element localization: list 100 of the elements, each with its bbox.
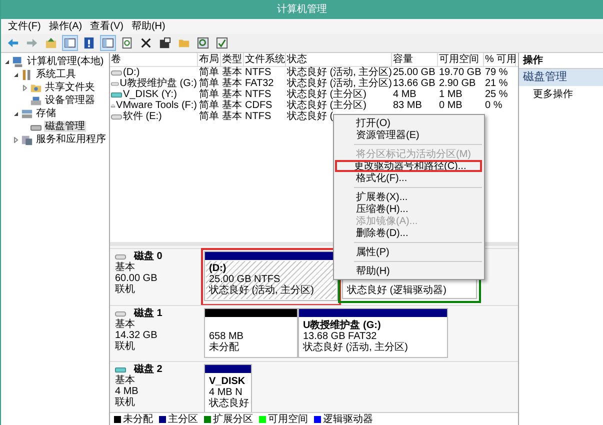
- disk-status: 联机: [115, 397, 136, 408]
- column-header[interactable]: 状态: [286, 53, 392, 66]
- legend-label: 逻辑驱动器: [323, 414, 373, 424]
- table-cell: 1 MB: [439, 89, 462, 100]
- action-link[interactable]: 更多操作: [533, 89, 573, 100]
- table-cell: 基本: [222, 100, 242, 111]
- column-header[interactable]: 布局: [198, 53, 221, 66]
- table-cell: 21 %: [485, 78, 508, 89]
- pane-icon[interactable]: [102, 37, 114, 49]
- disk-size: 4 MB: [115, 386, 140, 397]
- tree-item[interactable]: 设备管理器: [44, 95, 96, 106]
- partition-info: 状态良好 (活动, 主分区): [303, 342, 409, 353]
- back-icon[interactable]: [7, 37, 19, 49]
- table-cell: 83 MB: [393, 100, 422, 111]
- collapse-arrow-icon[interactable]: [12, 72, 18, 78]
- table-cell: V_DISK (Y:): [123, 89, 177, 100]
- device-icon: [30, 94, 42, 106]
- partition-title: (D:): [209, 263, 228, 274]
- table-cell: 19.70 GB: [439, 67, 482, 78]
- tree-item[interactable]: 存储: [35, 108, 57, 119]
- table-cell: 25.00 GB: [393, 67, 436, 78]
- table-cell: 状态良好 (主分区): [287, 89, 366, 100]
- table-cell: 基本: [222, 78, 242, 89]
- tree-item[interactable]: 共享文件夹: [44, 82, 96, 93]
- partition-block[interactable]: (D:) 25.00 GB NTFS 状态良好 (活动, 主分区): [204, 251, 338, 301]
- disk-type: 基本: [115, 319, 136, 330]
- table-cell: 状态良好 (: [287, 111, 334, 122]
- context-menu-item[interactable]: 格式化(F)...: [334, 172, 484, 184]
- disk-type: 基本: [115, 262, 136, 273]
- search-icon[interactable]: [197, 37, 209, 49]
- collapse-arrow-icon[interactable]: [4, 58, 10, 64]
- disk-status: 联机: [115, 341, 136, 352]
- actions-section[interactable]: 磁盘管理: [519, 69, 603, 86]
- table-cell: 4 MB: [393, 89, 416, 100]
- disk-status: 联机: [115, 284, 136, 295]
- tree-item[interactable]: 磁盘管理: [44, 121, 86, 132]
- column-header[interactable]: 容量: [392, 53, 438, 66]
- table-cell: 简单: [199, 78, 219, 89]
- tree-item[interactable]: 计算机管理(本地): [26, 56, 105, 67]
- table-cell: 基本: [222, 67, 242, 78]
- disk-name: 磁盘 2: [134, 364, 162, 375]
- legend-label: 可用空间: [268, 414, 308, 424]
- context-menu-item[interactable]: 资源管理器(E): [334, 129, 484, 141]
- table-cell: 2.90 GB: [439, 78, 476, 89]
- partition-block[interactable]: 658 MB 未分配: [204, 308, 298, 358]
- table-cell: 简单: [199, 89, 219, 100]
- legend-label: 未分配: [123, 414, 153, 424]
- up-icon[interactable]: [45, 37, 57, 49]
- column-header[interactable]: 类型: [221, 53, 244, 66]
- column-header[interactable]: % 可用: [484, 53, 516, 66]
- column-header[interactable]: 卷: [110, 53, 198, 66]
- delete-icon[interactable]: [140, 37, 152, 49]
- menu-item[interactable]: 帮助(H): [129, 20, 168, 33]
- expand-arrow-icon[interactable]: [22, 84, 28, 90]
- partition-title: V_DISK: [209, 376, 246, 387]
- partition-info: 状态良好 (逻辑驱动器): [347, 285, 448, 296]
- partition-block[interactable]: U教授维护盘 (G:) 13.68 GB FAT32 状态良好 (活动, 主分区): [298, 308, 448, 358]
- table-cell: 软件 (E:): [123, 111, 162, 122]
- menu-item[interactable]: 查看(V): [88, 20, 126, 33]
- legend-label: 主分区: [168, 414, 198, 424]
- table-cell: (D:): [123, 67, 140, 78]
- context-menu-item[interactable]: 删除卷(D)...: [334, 227, 484, 239]
- table-cell: U教授维护盘 (G:): [120, 78, 197, 89]
- column-header[interactable]: 可用空间: [438, 53, 484, 66]
- collapse-arrow-icon[interactable]: [12, 110, 18, 116]
- menu-item[interactable]: 操作(A): [46, 20, 84, 33]
- partition-info: 25.00 GB NTFS: [209, 274, 280, 285]
- menu-item[interactable]: 文件(F): [6, 20, 43, 33]
- table-cell: 0 %: [485, 100, 502, 111]
- tree-item[interactable]: 服务和应用程序: [35, 134, 107, 145]
- disk-type: 基本: [115, 375, 136, 386]
- tools-icon: [21, 68, 33, 80]
- disk-name: 磁盘 0: [134, 251, 162, 262]
- tree-item[interactable]: 系统工具: [35, 69, 77, 80]
- partition-info: 状态良好: [209, 398, 247, 409]
- column-header[interactable]: 文件系统: [244, 53, 286, 66]
- table-cell: NTFS: [245, 111, 272, 122]
- expand-arrow-icon[interactable]: [12, 136, 18, 142]
- help-icon[interactable]: [83, 37, 95, 49]
- check-icon[interactable]: [216, 37, 228, 49]
- context-menu-item[interactable]: 扩展卷(X)...: [334, 191, 484, 203]
- table-cell: 简单: [199, 111, 219, 122]
- pane-icon[interactable]: [64, 37, 76, 49]
- disk-name: 磁盘 1: [134, 308, 162, 319]
- partition-block[interactable]: V_DISK 4 MB N 状态良好: [204, 364, 252, 414]
- table-cell: 状态良好 (活动, 主分区): [287, 67, 392, 78]
- table-cell: 25 %: [485, 89, 508, 100]
- table-cell: FAT32: [245, 78, 274, 89]
- table-cell: 状态良好 (活动, 主分区): [287, 78, 392, 89]
- legend-label: 扩展分区: [213, 414, 253, 424]
- table-cell: NTFS: [245, 67, 272, 78]
- context-menu-item[interactable]: 压缩卷(H)...: [334, 203, 484, 215]
- storage-icon: [21, 108, 33, 120]
- properties-icon[interactable]: [159, 37, 171, 49]
- partition-info: 13.68 GB FAT32: [303, 331, 377, 342]
- window-title: 计算机管理: [277, 4, 327, 15]
- context-menu-item[interactable]: 打开(O): [334, 117, 484, 129]
- table-cell: 0 MB: [439, 100, 462, 111]
- partition-info: 658 MB: [209, 331, 244, 342]
- table-cell: NTFS: [245, 89, 272, 100]
